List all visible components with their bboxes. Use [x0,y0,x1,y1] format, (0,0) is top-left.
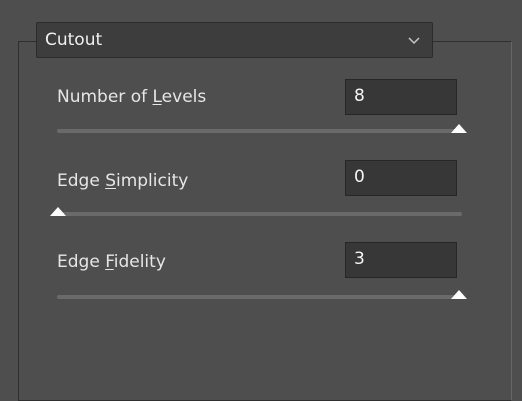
edge-simplicity-slider-thumb[interactable] [50,207,66,216]
edge-fidelity-slider-thumb[interactable] [451,290,467,299]
number-of-levels-slider-thumb[interactable] [451,124,467,133]
filter-select[interactable]: Cutout [36,22,433,58]
number-of-levels-field[interactable]: 8 [345,79,457,115]
edge-simplicity-field[interactable]: 0 [345,160,457,196]
number-of-levels-label: Number of Levels [57,87,207,107]
edge-fidelity-field[interactable]: 3 [345,242,457,278]
chevron-down-icon [408,37,420,45]
filter-select-value: Cutout [45,30,103,50]
edge-simplicity-label: Edge Simplicity [57,171,189,191]
edge-fidelity-label: Edge Fidelity [57,252,166,272]
edge-fidelity-slider-track[interactable] [57,295,462,299]
number-of-levels-slider-track[interactable] [57,129,462,133]
edge-simplicity-slider-track[interactable] [57,212,462,216]
